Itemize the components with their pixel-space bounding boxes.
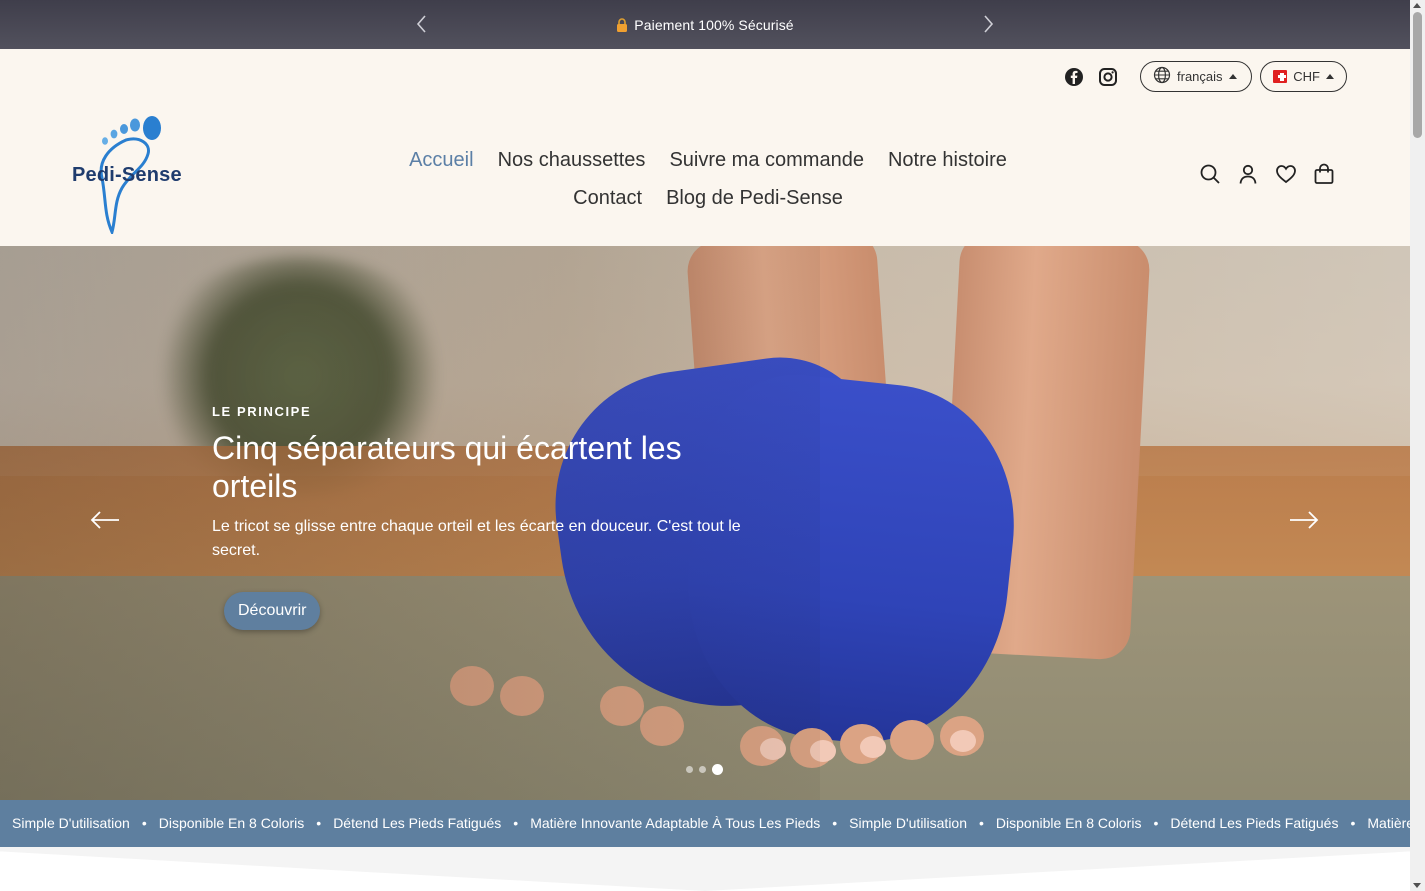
slide-dot-3[interactable] [712, 764, 723, 775]
feature-marquee: Simple D'utilisation • Disponible En 8 Co… [0, 800, 1410, 847]
marquee-item: Détend Les Pieds Fatigués • [1170, 815, 1356, 831]
hero-eyebrow: LE PRINCIPE [212, 404, 312, 419]
search-icon[interactable] [1199, 163, 1221, 185]
swiss-flag-icon [1273, 70, 1288, 83]
currency-label: CHF [1293, 69, 1320, 84]
marquee-item: Simple D'utilisation • [12, 815, 147, 831]
nav-item-contact[interactable]: Contact [573, 187, 642, 210]
lock-icon [616, 17, 628, 32]
marquee-item: Disponible En 8 Coloris • [995, 815, 1159, 831]
marquee-item: Détend Les Pieds Fatigués • [333, 815, 519, 831]
nav-item-nos-chaussettes[interactable]: Nos chaussettes [498, 149, 646, 172]
instagram-icon[interactable] [1098, 67, 1118, 87]
page-scrollbar[interactable] [1410, 0, 1425, 891]
scrollbar-thumb[interactable] [1413, 12, 1422, 138]
nav-item-notre-histoire[interactable]: Notre histoire [888, 149, 1007, 172]
scroll-up-icon[interactable] [1413, 3, 1421, 8]
scroll-down-icon[interactable] [1413, 883, 1421, 888]
slide-dot-1[interactable] [686, 766, 693, 773]
nav-row-1: Accueil Nos chaussettes Suivre ma comman… [398, 141, 1018, 179]
wishlist-heart-icon[interactable] [1275, 163, 1297, 185]
chevron-right-icon[interactable] [976, 12, 1000, 36]
language-label: français [1177, 69, 1223, 84]
facebook-icon[interactable] [1064, 67, 1084, 87]
account-icon[interactable] [1237, 163, 1259, 185]
caret-up-icon [1326, 74, 1334, 79]
main-nav: Accueil Nos chaussettes Suivre ma comman… [398, 141, 1018, 217]
header-utilities [1199, 163, 1335, 185]
announcement-bar: Paiement 100% Sécurisé [0, 0, 1410, 49]
social-links [1064, 67, 1118, 87]
section-divider [0, 847, 1410, 891]
currency-selector[interactable]: CHF [1260, 61, 1347, 92]
announcement-text: Paiement 100% Sécurisé [634, 16, 794, 33]
nav-item-blog[interactable]: Blog de Pedi-Sense [666, 187, 843, 210]
hero-slideshow: LE PRINCIPE Cinq séparateurs qui écarten… [0, 246, 1410, 800]
slide-indicators [686, 764, 723, 775]
logo-text: Pedi-Sense [72, 164, 182, 186]
language-selector[interactable]: français [1140, 61, 1252, 92]
marquee-item: Simple D'utilisation • [849, 815, 984, 831]
caret-up-icon [1228, 74, 1237, 79]
globe-icon [1153, 66, 1171, 87]
announcement-message: Paiement 100% Sécurisé [616, 16, 794, 33]
hero-text: LE PRINCIPE Cinq séparateurs qui écarten… [212, 404, 772, 563]
slide-prev-arrow-icon[interactable] [90, 510, 120, 530]
logo[interactable]: Pedi-Sense [68, 114, 188, 237]
marquee-item: Disponible En 8 Coloris • [158, 815, 322, 831]
nav-item-accueil[interactable]: Accueil [409, 149, 473, 172]
marquee-track: Simple D'utilisation • Disponible En 8 Co… [12, 815, 1410, 831]
hero-cta-button[interactable]: Découvrir [224, 592, 321, 630]
hero-title: Cinq séparateurs qui écartent les orteil… [212, 430, 682, 504]
slide-dot-2[interactable] [699, 766, 706, 773]
chevron-left-icon[interactable] [410, 12, 434, 36]
site-header: français CHF Pedi-Sense Accueil Nos chau… [0, 49, 1410, 246]
nav-item-suivre-commande[interactable]: Suivre ma commande [669, 149, 864, 172]
slide-next-arrow-icon[interactable] [1289, 510, 1319, 530]
hero-subtitle: Le tricot se glisse entre chaque orteil … [212, 518, 741, 559]
nav-row-2: Contact Blog de Pedi-Sense [398, 179, 1018, 217]
marquee-item: Matière Innovante Adaptable À Tous Les P… [1367, 815, 1410, 831]
marquee-item: Matière Innovante Adaptable À Tous Les P… [530, 815, 838, 831]
cart-bag-icon[interactable] [1313, 163, 1335, 185]
